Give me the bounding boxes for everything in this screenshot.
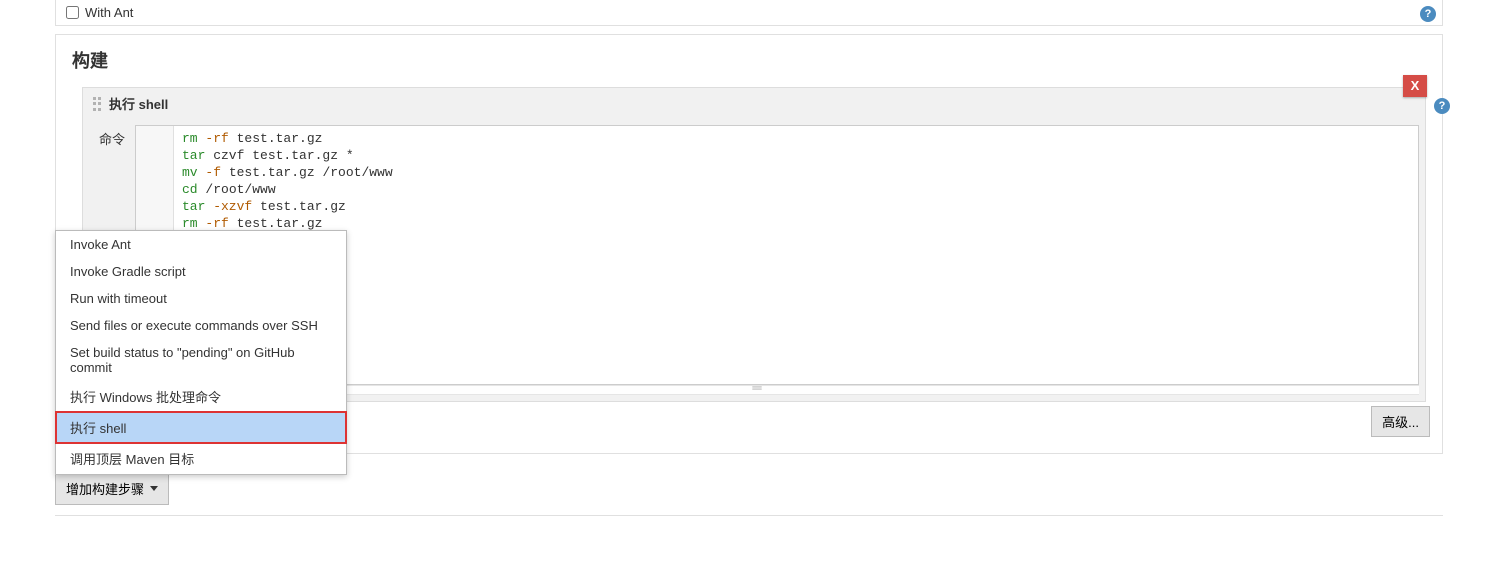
menu-item[interactable]: 执行 Windows 批处理命令 xyxy=(56,381,346,412)
help-icon[interactable]: ? xyxy=(1420,6,1436,22)
with-ant-label: With Ant xyxy=(85,5,133,20)
step-title: 执行 shell xyxy=(109,94,168,113)
menu-item[interactable]: Send files or execute commands over SSH xyxy=(56,312,346,339)
add-build-step-label: 增加构建步骤 xyxy=(66,479,144,498)
help-icon[interactable]: ? xyxy=(1434,98,1450,114)
add-step-menu: Invoke AntInvoke Gradle scriptRun with t… xyxy=(55,230,347,475)
menu-item[interactable]: Set build status to "pending" on GitHub … xyxy=(56,339,346,381)
drag-handle-icon[interactable] xyxy=(93,97,103,111)
menu-item[interactable]: Invoke Ant xyxy=(56,231,346,258)
menu-item[interactable]: 执行 shell xyxy=(56,412,346,443)
add-build-step-button[interactable]: 增加构建步骤 xyxy=(55,472,169,505)
build-heading: 构建 xyxy=(72,47,1426,73)
caret-down-icon xyxy=(150,486,158,491)
advanced-button[interactable]: 高级... xyxy=(1371,406,1430,437)
menu-item[interactable]: 调用顶层 Maven 目标 xyxy=(56,443,346,474)
with-ant-checkbox[interactable] xyxy=(66,6,79,19)
menu-item[interactable]: Run with timeout xyxy=(56,285,346,312)
step-header[interactable]: 执行 shell xyxy=(83,88,1425,119)
menu-item[interactable]: Invoke Gradle script xyxy=(56,258,346,285)
command-label: 命令 xyxy=(89,125,125,148)
next-section xyxy=(55,515,1443,536)
build-env-section: With Ant ? xyxy=(55,0,1443,26)
